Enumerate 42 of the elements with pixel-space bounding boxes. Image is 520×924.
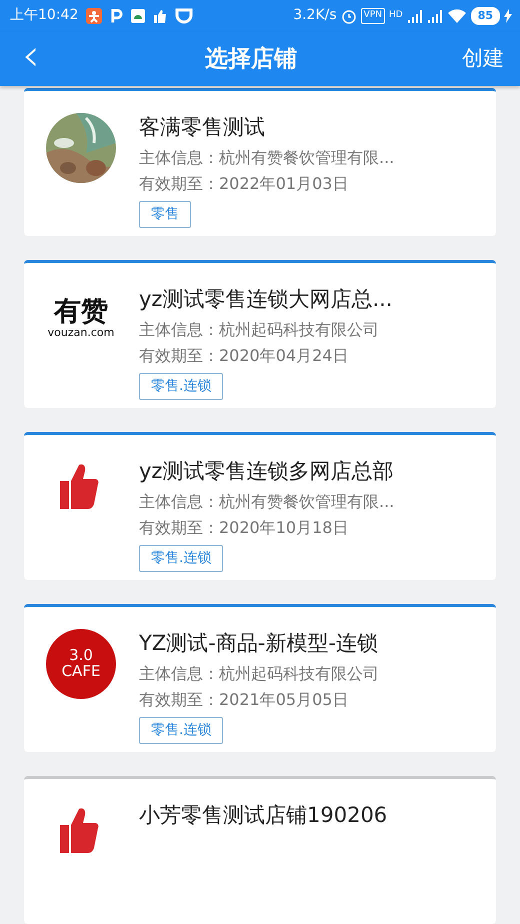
- vpn-indicator: VPN: [360, 8, 385, 24]
- store-name: 客满零售测试: [139, 114, 266, 141]
- logo-badge: 3.0 CAFE: [46, 628, 116, 699]
- store-card[interactable]: yz测试零售连锁多网店总部 主体信息：杭州有赞餐饮管理有限... 有效期至：2020年10月18日 零售.连锁: [24, 432, 496, 580]
- charging-icon: [504, 8, 512, 23]
- create-button[interactable]: 创建: [462, 43, 520, 75]
- network-speed: 3.2K/s: [293, 6, 337, 26]
- store-type-tag: 零售.连锁: [139, 716, 224, 744]
- store-type-tag: 零售: [139, 200, 191, 228]
- hd-indicator: HD: [388, 9, 403, 22]
- alarm-icon: [340, 8, 357, 24]
- android-icon: [131, 8, 146, 23]
- back-button[interactable]: ‹: [0, 34, 40, 84]
- wifi-icon: [446, 8, 467, 24]
- store-name: yz测试零售连锁多网店总部: [139, 458, 394, 485]
- store-type-tag: 零售.连锁: [139, 544, 224, 572]
- store-name: YZ测试-商品-新模型-连锁: [139, 630, 379, 657]
- store-type-tag: 零售.连锁: [139, 372, 224, 400]
- battery-indicator: 85: [470, 6, 500, 26]
- signal-icon: [426, 8, 443, 23]
- logo-text: 有赞: [54, 298, 108, 326]
- thumbs-up-icon: [153, 8, 168, 23]
- store-card[interactable]: 3.0 CAFE YZ测试-商品-新模型-连锁 主体信息：杭州起码科技有限公司 有效期至：2021年05月05日 零售.连锁: [24, 604, 496, 752]
- entity-info: 主体信息：杭州有赞餐饮管理有限...: [139, 146, 394, 169]
- store-name: yz测试零售连锁大网店总...: [139, 286, 392, 313]
- store-name: 小芳零售测试店铺190206: [139, 802, 388, 829]
- page-title: 选择店铺: [204, 44, 297, 74]
- signal-icon: [406, 8, 423, 23]
- store-card[interactable]: 客满零售测试 主体信息：杭州有赞餐饮管理有限... 有效期至：2022年01月03日 零售: [24, 88, 496, 236]
- entity-info: 主体信息：杭州起码科技有限公司: [139, 662, 379, 685]
- store-card[interactable]: 小芳零售测试店铺190206: [24, 776, 496, 924]
- p-icon: [110, 8, 124, 24]
- logo-subtext: vouzan.com: [48, 325, 114, 342]
- app-icon: [86, 8, 102, 24]
- cup-icon: [175, 8, 194, 24]
- expiry-date: 有效期至：2020年10月18日: [139, 516, 350, 539]
- entity-info: 主体信息：杭州有赞餐饮管理有限...: [139, 490, 394, 513]
- expiry-date: 有效期至：2020年04月24日: [139, 344, 350, 367]
- status-time: 上午10:42: [10, 6, 78, 26]
- expiry-date: 有效期至：2021年05月05日: [139, 688, 350, 711]
- entity-info: 主体信息：杭州起码科技有限公司: [139, 318, 380, 341]
- expiry-date: 有效期至：2022年01月03日: [139, 172, 350, 195]
